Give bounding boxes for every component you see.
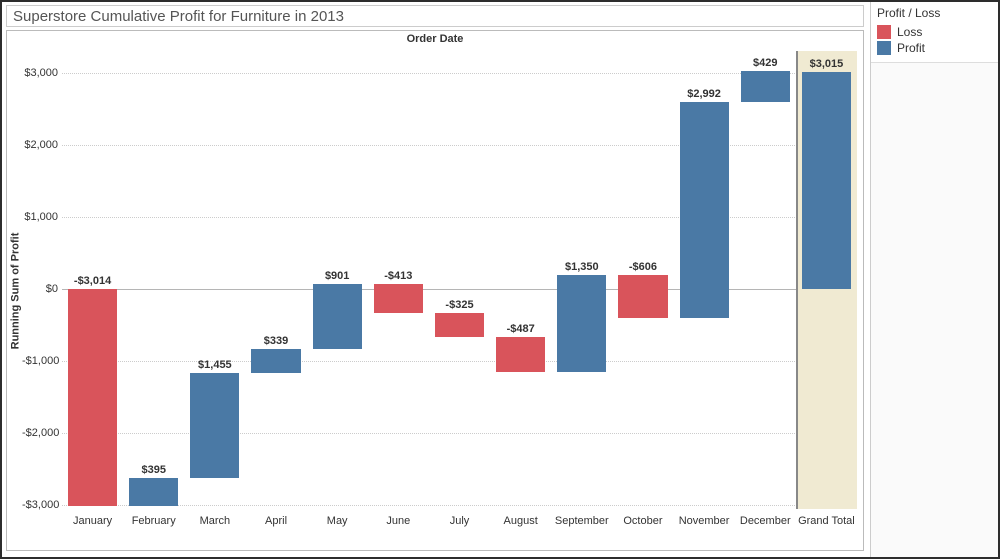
bar-value-label: $1,350	[551, 261, 612, 273]
loss-swatch-icon	[877, 25, 891, 39]
chart-column: $395 February	[123, 51, 184, 529]
bar-value-label: $339	[245, 335, 306, 347]
legend-item[interactable]: Loss	[877, 24, 992, 40]
bar-value-label: $395	[123, 464, 184, 476]
waterfall-bar[interactable]	[680, 102, 729, 318]
legend-rows: LossProfit	[877, 24, 992, 56]
chart-title-bar: Superstore Cumulative Profit for Furnitu…	[6, 5, 864, 27]
chart-column: $1,350 September	[551, 51, 612, 529]
y-tick-label: $3,000	[22, 67, 58, 79]
chart-frame: Order Date Running Sum of Profit -$3,000…	[6, 30, 864, 551]
category-label: March	[184, 515, 245, 527]
y-axis-label: Running Sum of Profit	[9, 232, 21, 349]
chart-column: -$3,014 January	[62, 51, 123, 529]
bar-value-label: -$606	[612, 261, 673, 273]
bar-value-label: $901	[307, 270, 368, 282]
bar-value-label: -$487	[490, 323, 551, 335]
bar-value-label: $1,455	[184, 359, 245, 371]
legend-title: Profit / Loss	[877, 6, 992, 20]
category-label: October	[612, 515, 673, 527]
grand-total-bar[interactable]	[802, 72, 851, 289]
legend-panel: Profit / Loss LossProfit	[870, 2, 998, 557]
chart-column: -$325 July	[429, 51, 490, 529]
waterfall-bar[interactable]	[313, 284, 362, 349]
category-label: January	[62, 515, 123, 527]
category-label: February	[123, 515, 184, 527]
chart-column: $2,992 November	[674, 51, 735, 529]
bar-value-label: $2,992	[674, 88, 735, 100]
chart-column: $429 December	[735, 51, 796, 529]
category-label: May	[307, 515, 368, 527]
chart-column: -$487 August	[490, 51, 551, 529]
waterfall-bar[interactable]	[557, 275, 606, 372]
chart-column: $1,455 March	[184, 51, 245, 529]
y-tick-label: -$1,000	[22, 355, 58, 367]
x-axis-label: Order Date	[7, 33, 863, 45]
waterfall-bar[interactable]	[741, 71, 790, 102]
category-label: December	[735, 515, 796, 527]
bar-value-label: -$325	[429, 299, 490, 311]
waterfall-bar[interactable]	[618, 275, 667, 319]
chart-column: $3,015 Grand Total	[796, 51, 857, 529]
chart-column: $339 April	[245, 51, 306, 529]
y-tick-label: $1,000	[22, 211, 58, 223]
waterfall-bar[interactable]	[190, 373, 239, 478]
waterfall-bar[interactable]	[374, 284, 423, 314]
grand-total-separator	[796, 51, 798, 509]
y-tick-label: $2,000	[22, 139, 58, 151]
chart-column: -$606 October	[612, 51, 673, 529]
profit-swatch-icon	[877, 41, 891, 55]
category-label: July	[429, 515, 490, 527]
chart-column: -$413 June	[368, 51, 429, 529]
category-label: September	[551, 515, 612, 527]
legend-item-label: Loss	[897, 24, 922, 40]
waterfall-bar[interactable]	[68, 289, 117, 506]
category-label: August	[490, 515, 551, 527]
y-tick-label: $0	[22, 283, 58, 295]
waterfall-bar[interactable]	[129, 478, 178, 506]
waterfall-bar[interactable]	[496, 337, 545, 372]
bar-value-label: -$413	[368, 270, 429, 282]
category-label: June	[368, 515, 429, 527]
chart-panel: Superstore Cumulative Profit for Furnitu…	[2, 2, 870, 557]
category-label: Grand Total	[796, 515, 857, 527]
app-frame: Superstore Cumulative Profit for Furnitu…	[0, 0, 1000, 559]
legend-item[interactable]: Profit	[877, 40, 992, 56]
waterfall-bar[interactable]	[435, 313, 484, 336]
chart-title: Superstore Cumulative Profit for Furnitu…	[13, 8, 344, 25]
legend-card: Profit / Loss LossProfit	[871, 2, 998, 63]
chart-column: $901 May	[307, 51, 368, 529]
bar-value-label: -$3,014	[62, 275, 123, 287]
y-tick-label: -$3,000	[22, 499, 58, 511]
bar-value-label: $3,015	[796, 58, 857, 70]
y-axis-label-wrap: Running Sum of Profit	[7, 31, 23, 550]
y-tick-label: -$2,000	[22, 427, 58, 439]
category-label: November	[674, 515, 735, 527]
bar-value-label: $429	[735, 57, 796, 69]
waterfall-bar[interactable]	[251, 349, 300, 373]
category-label: April	[245, 515, 306, 527]
plot-area: -$3,000-$2,000-$1,000$0$1,000$2,000$3,00…	[62, 51, 857, 529]
legend-item-label: Profit	[897, 40, 925, 56]
